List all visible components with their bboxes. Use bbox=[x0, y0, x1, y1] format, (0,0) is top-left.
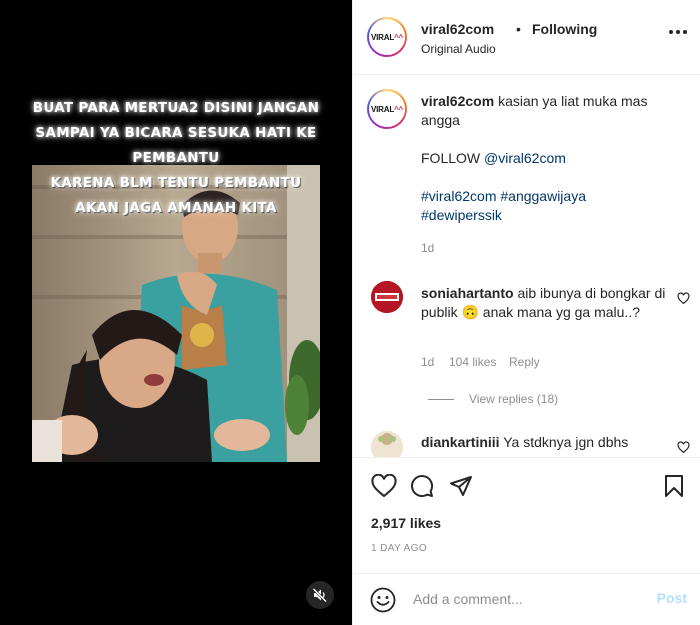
like-heart-icon[interactable] bbox=[371, 474, 397, 498]
add-comment-bar: Post bbox=[353, 573, 700, 625]
comment-username[interactable]: diankartiniii bbox=[421, 434, 500, 450]
post-comment-button[interactable]: Post bbox=[657, 590, 687, 606]
more-options-icon[interactable] bbox=[669, 30, 687, 34]
share-paper-plane-icon[interactable] bbox=[449, 474, 473, 498]
brand-logo: VIRAL^^ bbox=[371, 32, 403, 42]
comment-text: diankartiniii Ya stdknya jgn dbhs bbox=[421, 433, 667, 452]
overlay-line: PEMBANTU bbox=[132, 150, 220, 166]
caption-follow-line: FOLLOW @viral62com bbox=[421, 149, 566, 168]
post-sidebar: VIRAL^^ viral62com • Following Original … bbox=[352, 0, 700, 625]
comment-timestamp[interactable]: 1d bbox=[421, 355, 434, 369]
emoji-icon[interactable] bbox=[370, 587, 396, 613]
caption-username[interactable]: viral62com bbox=[421, 93, 494, 109]
comment-text: soniahartanto aib ibunya di bongkar di p… bbox=[421, 284, 667, 322]
like-comment-heart-icon[interactable] bbox=[677, 441, 690, 454]
save-bookmark-icon[interactable] bbox=[664, 474, 684, 498]
post-header: VIRAL^^ viral62com • Following Original … bbox=[353, 0, 700, 75]
overlay-line: AKAN JAGA AMANAH KITA bbox=[75, 200, 277, 216]
video-player[interactable]: BUAT PARA MERTUA2 DISINI JANGAN SAMPAI Y… bbox=[0, 0, 352, 625]
post-actions: 2,917 likes 1 DAY AGO Post bbox=[353, 457, 700, 625]
brand-logo: VIRAL^^ bbox=[371, 104, 403, 114]
overlay-line: BUAT PARA MERTUA2 DISINI JANGAN bbox=[32, 100, 320, 116]
header-username[interactable]: viral62com bbox=[421, 21, 494, 37]
mute-button[interactable] bbox=[306, 581, 334, 609]
caption-text: viral62com kasian ya liat muka mas angga bbox=[421, 92, 671, 130]
hashtag-links[interactable]: #dewiperssik bbox=[421, 206, 502, 225]
reply-button[interactable]: Reply bbox=[509, 355, 540, 369]
instagram-post-modal: BUAT PARA MERTUA2 DISINI JANGAN SAMPAI Y… bbox=[0, 0, 700, 625]
avatar[interactable]: VIRAL^^ bbox=[367, 17, 407, 57]
post-timestamp[interactable]: 1 DAY AGO bbox=[371, 543, 427, 554]
add-comment-input[interactable] bbox=[413, 589, 643, 609]
follow-prefix: FOLLOW bbox=[421, 150, 481, 166]
avatar-image bbox=[371, 281, 403, 313]
caption-avatar[interactable]: VIRAL^^ bbox=[367, 89, 407, 129]
view-replies-button[interactable]: View replies (18) bbox=[469, 392, 558, 406]
speaker-muted-icon bbox=[312, 588, 327, 603]
likes-count[interactable]: 2,917 likes bbox=[371, 515, 441, 531]
overlay-line: KARENA BLM TENTU PEMBANTU bbox=[50, 175, 302, 191]
avatar-image bbox=[371, 431, 403, 457]
comment-body: Ya stdknya jgn dbhs bbox=[503, 434, 629, 450]
comment-likes[interactable]: 104 likes bbox=[449, 355, 496, 369]
overlay-line: SAMPAI YA BICARA SESUKA HATI KE bbox=[35, 125, 317, 141]
commenter-avatar[interactable] bbox=[371, 431, 403, 457]
following-button[interactable]: Following bbox=[532, 21, 597, 37]
video-caption-overlay: BUAT PARA MERTUA2 DISINI JANGAN SAMPAI Y… bbox=[0, 96, 352, 221]
hashtag-links[interactable]: #viral62com #anggawijaya bbox=[421, 187, 586, 206]
mention-link[interactable]: @viral62com bbox=[484, 150, 566, 166]
comment-bubble-icon[interactable] bbox=[410, 474, 434, 498]
comment-username[interactable]: soniahartanto bbox=[421, 285, 514, 301]
caption-timestamp[interactable]: 1d bbox=[421, 241, 434, 255]
replies-divider bbox=[428, 399, 454, 400]
comments-section[interactable]: VIRAL^^ viral62com kasian ya liat muka m… bbox=[353, 76, 700, 457]
commenter-avatar[interactable] bbox=[371, 281, 403, 313]
audio-link[interactable]: Original Audio bbox=[421, 42, 496, 56]
like-comment-heart-icon[interactable] bbox=[677, 292, 690, 305]
separator-dot: • bbox=[516, 21, 521, 37]
